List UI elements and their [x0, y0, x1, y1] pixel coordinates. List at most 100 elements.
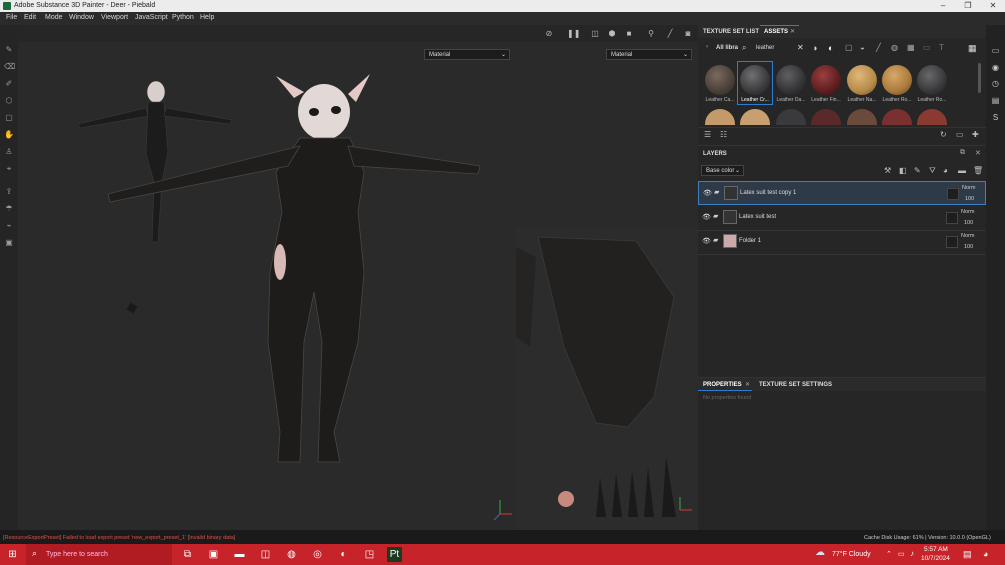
- log-icon[interactable]: ▤: [990, 95, 1001, 106]
- tab-assets[interactable]: ASSETS: [764, 29, 788, 35]
- color-picker-icon[interactable]: ⌖: [4, 164, 14, 174]
- refresh-icon[interactable]: ↻: [940, 130, 947, 139]
- tray-arrow-icon[interactable]: ⌃: [886, 550, 892, 558]
- paint-brush-icon[interactable]: ✎: [4, 45, 14, 55]
- substance-icon[interactable]: S: [990, 112, 1001, 123]
- close-layers-icon[interactable]: ✕: [975, 149, 981, 157]
- visibility-eye-icon[interactable]: 👁: [703, 189, 712, 197]
- asset-thumb[interactable]: Leather Ca...: [702, 63, 738, 105]
- menu-help[interactable]: Help: [200, 14, 214, 21]
- clear-search-icon[interactable]: ✕: [797, 43, 804, 52]
- filter-images-icon[interactable]: ▭: [923, 43, 931, 52]
- material-dropdown-2d[interactable]: Material ⌄: [606, 49, 692, 60]
- path-icon[interactable]: ⌁: [4, 221, 14, 231]
- filter-smart-masks-icon[interactable]: ◒: [860, 43, 865, 52]
- notification-icon[interactable]: ▤: [963, 549, 972, 560]
- asset-thumb[interactable]: [705, 109, 735, 125]
- windows-start-icon[interactable]: ⊞: [5, 547, 20, 562]
- close-button[interactable]: ✕: [980, 1, 1005, 11]
- physics-icon[interactable]: ☂: [4, 204, 14, 214]
- environment-icon[interactable]: ⬢: [607, 29, 617, 39]
- add-fill-layer-icon[interactable]: ⛛: [929, 166, 936, 176]
- filter-materials-icon[interactable]: ◑: [812, 43, 817, 53]
- volume-icon[interactable]: ♪: [910, 549, 914, 558]
- camera-icon[interactable]: ■: [624, 29, 634, 39]
- file-explorer-icon[interactable]: ▬: [232, 547, 247, 562]
- layer-row[interactable]: 👁 ▰ Latex suit test copy 1 Norm 100: [698, 181, 986, 205]
- visibility-eye-icon[interactable]: 👁: [702, 213, 711, 221]
- firefox-icon[interactable]: ◐: [336, 547, 351, 562]
- asset-thumb[interactable]: [882, 109, 912, 125]
- layer-opacity[interactable]: 100: [965, 196, 974, 202]
- asset-thumb[interactable]: Leather Fin...: [808, 63, 844, 105]
- asset-thumb[interactable]: Leather Ro...: [914, 63, 950, 105]
- add-mask-icon[interactable]: ◧: [899, 166, 907, 175]
- bake-icon[interactable]: ⇪: [4, 187, 14, 197]
- history-icon[interactable]: ◷: [990, 78, 1001, 89]
- asset-thumb[interactable]: [917, 109, 947, 125]
- layer-opacity[interactable]: 100: [964, 244, 973, 250]
- viewport-3d[interactable]: Material ⌄: [18, 42, 516, 530]
- screenshot-icon[interactable]: ◙: [683, 29, 693, 39]
- asset-thumb-selected[interactable]: Leather Cr...: [737, 61, 773, 105]
- weather-text[interactable]: 77°F Cloudy: [832, 551, 871, 558]
- asset-thumb[interactable]: Leather Da...: [773, 63, 809, 105]
- save-camera-icon[interactable]: ▣: [4, 238, 14, 248]
- editor-icon[interactable]: ◳: [362, 547, 377, 562]
- store-icon[interactable]: ▣: [206, 547, 221, 562]
- blend-mode[interactable]: Norm: [962, 185, 975, 191]
- minimize-button[interactable]: –: [930, 1, 956, 11]
- asset-thumb[interactable]: [811, 109, 841, 125]
- add-icon[interactable]: ✚: [972, 130, 979, 139]
- menu-edit[interactable]: Edit: [24, 14, 36, 21]
- blend-mode[interactable]: Norm: [961, 209, 974, 215]
- discord-icon[interactable]: ◍: [284, 547, 299, 562]
- visibility-eye-icon[interactable]: 👁: [702, 237, 711, 245]
- new-folder-icon[interactable]: ▭: [956, 130, 964, 139]
- menu-file[interactable]: File: [6, 14, 17, 21]
- chrome-icon[interactable]: ◎: [310, 547, 325, 562]
- close-assets-icon[interactable]: ✕: [790, 28, 795, 35]
- add-folder-icon[interactable]: ▬: [958, 166, 966, 175]
- hide-icon[interactable]: ⊘: [544, 29, 554, 39]
- menu-python[interactable]: Python: [172, 14, 194, 21]
- expand-arrow-icon[interactable]: ›: [706, 44, 708, 50]
- assets-scrollbar[interactable]: [978, 63, 981, 93]
- clone-icon[interactable]: ♙: [4, 147, 14, 157]
- maximize-button[interactable]: ❐: [955, 1, 981, 11]
- layer-row[interactable]: 👁 ▰ Latex suit test Norm 100: [698, 206, 986, 231]
- search-input[interactable]: leather: [756, 45, 774, 51]
- undock-icon[interactable]: ⧉: [960, 149, 965, 157]
- close-properties-icon[interactable]: ✕: [745, 381, 750, 388]
- app-icon[interactable]: ◫: [258, 547, 273, 562]
- asset-thumb[interactable]: [776, 109, 806, 125]
- menu-viewport[interactable]: Viewport: [101, 14, 128, 21]
- copilot-icon[interactable]: ◕: [983, 549, 988, 559]
- effects-icon[interactable]: ⚒: [884, 166, 891, 175]
- taskbar-search[interactable]: ⌕ Type here to search: [26, 544, 172, 565]
- menu-mode[interactable]: Mode: [45, 14, 63, 21]
- display-mode-icon[interactable]: ◫: [590, 29, 600, 39]
- asset-thumb[interactable]: [847, 109, 877, 125]
- filter-fonts-icon[interactable]: T: [939, 43, 944, 52]
- channel-dropdown[interactable]: Base color ⌄: [701, 165, 744, 176]
- tab-texture-set-list[interactable]: TEXTURE SET LIST: [703, 29, 759, 35]
- filter-smart-materials-icon[interactable]: ◐: [828, 43, 833, 53]
- network-icon[interactable]: ▭: [898, 550, 905, 558]
- symmetry-icon[interactable]: ⚲: [646, 29, 656, 39]
- clock-time[interactable]: 5:57 AM: [924, 546, 948, 553]
- list-options-icon[interactable]: ☷: [720, 130, 727, 139]
- filter-grid-icon[interactable]: ▦: [907, 43, 915, 52]
- task-view-icon[interactable]: ⧉: [180, 547, 195, 562]
- view-grid-icon[interactable]: ▦: [968, 43, 977, 54]
- geometry-mask-icon[interactable]: ⬡: [4, 96, 14, 106]
- delete-layer-icon[interactable]: 🗑: [973, 166, 983, 175]
- environment-settings-icon[interactable]: ◉: [990, 62, 1001, 73]
- add-smart-material-icon[interactable]: ◕: [943, 166, 948, 175]
- smudge-icon[interactable]: ✋: [4, 130, 14, 140]
- eraser-icon[interactable]: ⌫: [4, 62, 15, 72]
- polygon-fill-icon[interactable]: ▢: [4, 113, 14, 123]
- add-paint-layer-icon[interactable]: ✎: [914, 166, 921, 175]
- tab-texture-set-settings[interactable]: TEXTURE SET SETTINGS: [759, 382, 832, 388]
- brush-view-icon[interactable]: ╱: [665, 29, 675, 39]
